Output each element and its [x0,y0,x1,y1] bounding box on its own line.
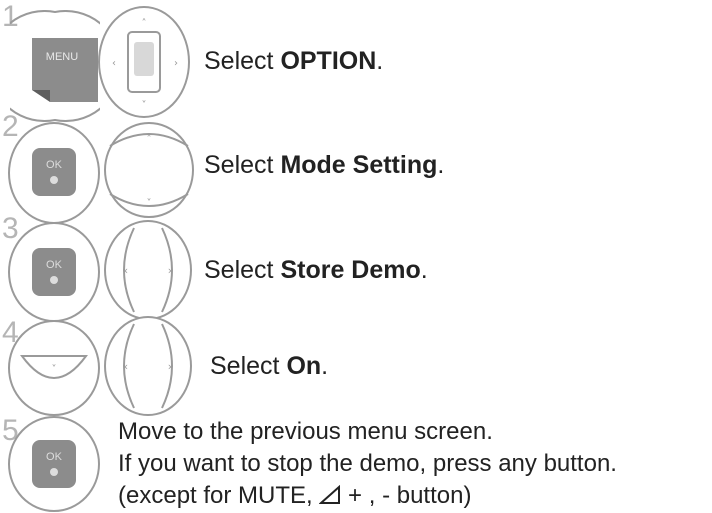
step-4-text: Select On. [210,354,328,379]
step-1-suffix: . [376,47,384,75]
step-1-text: Select OPTION. [204,49,383,74]
menu-key-label: MENU [46,51,78,63]
ok-button[interactable]: OK [8,122,100,224]
step-5-line-1: Move to the previous menu screen. [118,418,493,445]
step-2-text: Select Mode Setting. [204,153,444,178]
up-down-buttons[interactable]: ˄ ˅ [104,122,194,218]
step-5-line-3-suffix: button) [396,482,472,509]
step-3-bold: Store Demo [280,256,421,284]
step-5-line-3-prefix: (except for MUTE, [118,482,320,509]
step-4-suffix: . [321,352,329,380]
menu-button[interactable]: MENU [10,10,100,122]
svg-text:˅: ˅ [147,197,152,209]
step-5-line-2: If you want to stop the demo, press any … [118,450,617,477]
step-5-line-3: (except for MUTE, + , - button) [118,484,471,508]
svg-text:OK: OK [46,259,63,271]
volume-triangle-icon [319,485,341,504]
step-2-prefix: Select [204,151,281,179]
svg-text:˄: ˄ [142,17,147,29]
svg-text:˅: ˅ [142,99,147,111]
svg-text:›: › [174,58,178,69]
ok-button[interactable]: OK [8,222,100,322]
svg-text:OK: OK [46,451,63,463]
step-2-suffix: . [437,151,445,179]
svg-text:‹: ‹ [124,264,128,277]
step-4-bold: On [286,352,322,380]
left-right-buttons[interactable]: ‹ › [104,220,192,320]
navigation-pad[interactable]: ˄ ˅ ‹ › [98,6,190,118]
step-3-text: Select Store Demo. [204,258,428,283]
step-2-bold: Mode Setting [280,151,438,179]
svg-text:‹: ‹ [124,360,128,373]
left-right-buttons[interactable]: ‹ › [104,316,192,416]
back-button[interactable]: OK [8,416,100,512]
step-4-prefix: Select [210,352,287,380]
step-5-line-3-plus: + , - [341,482,397,509]
step-1-prefix: Select [204,47,281,75]
svg-text:‹: ‹ [112,58,116,69]
svg-text:˄: ˄ [147,133,152,145]
step-3-prefix: Select [204,256,281,284]
step-3-suffix: . [420,256,428,284]
svg-text:›: › [168,360,172,373]
svg-text:›: › [168,264,172,277]
svg-text:˅: ˅ [52,363,57,375]
down-button[interactable]: ˅ [8,320,100,416]
svg-text:OK: OK [46,159,63,171]
step-1-bold: OPTION [280,47,377,75]
